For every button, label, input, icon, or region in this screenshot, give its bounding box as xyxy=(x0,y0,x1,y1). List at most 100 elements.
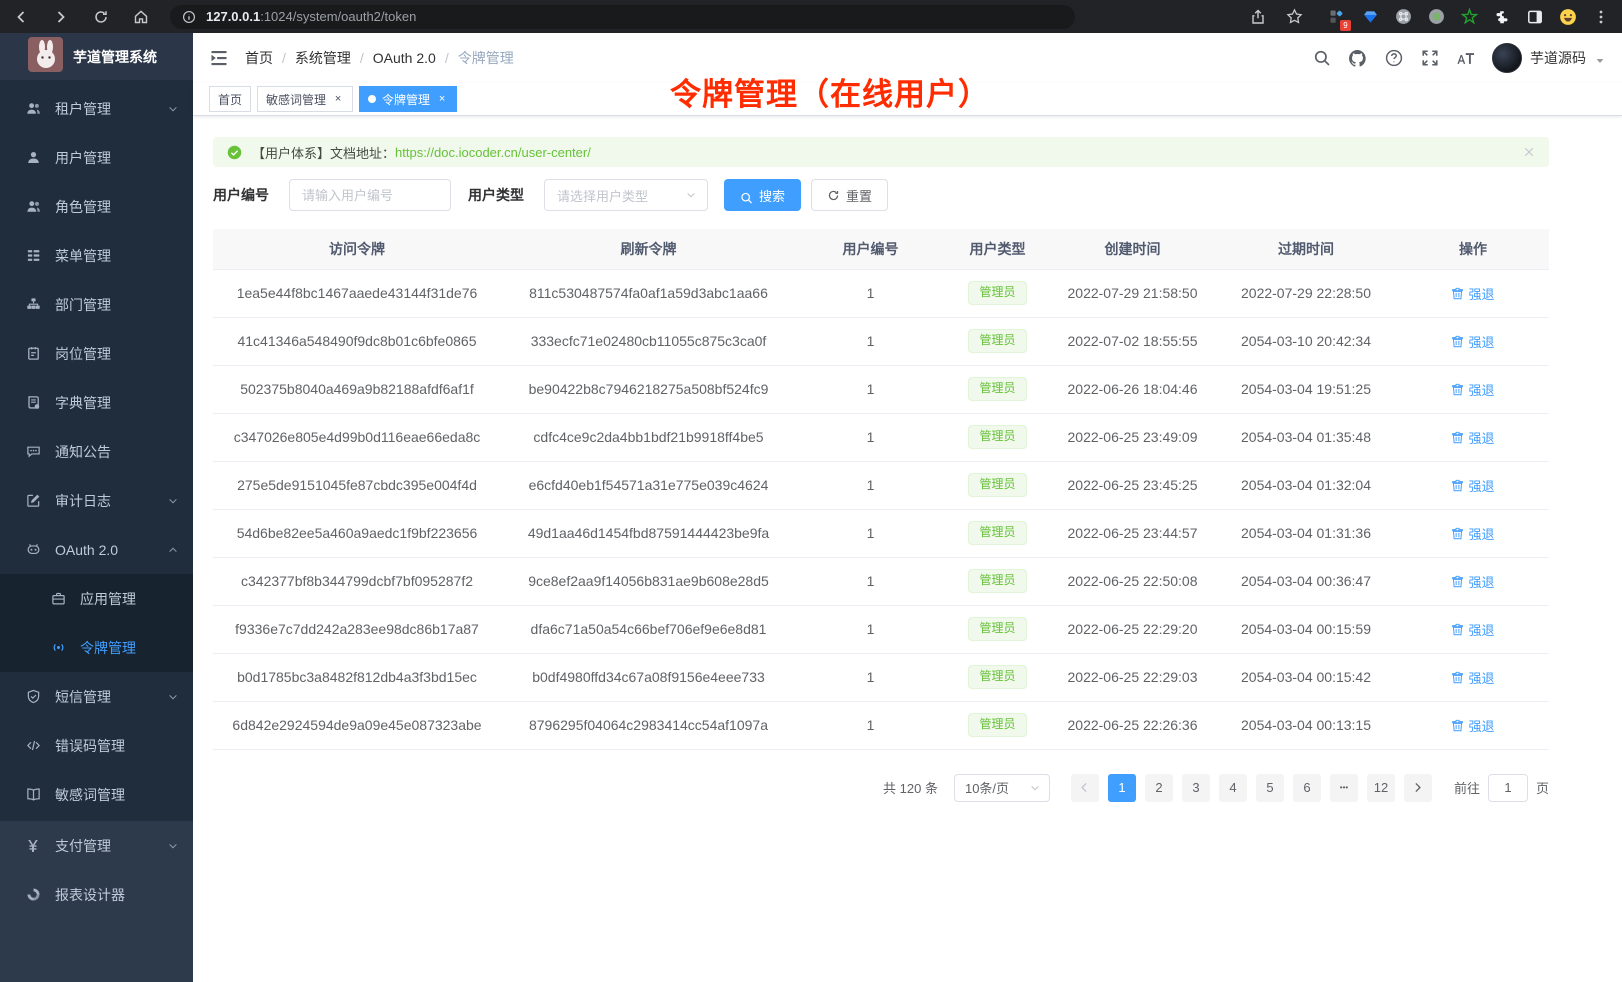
prev-page-button[interactable] xyxy=(1071,774,1099,802)
tag-close-icon[interactable]: × xyxy=(436,93,448,105)
breadcrumb-item[interactable]: OAuth 2.0 xyxy=(373,50,436,66)
tag-view-item[interactable]: 令牌管理× xyxy=(359,86,457,112)
user-type-cell: 管理员 xyxy=(945,557,1050,605)
page-number-button[interactable]: 6 xyxy=(1293,774,1321,802)
sidebar-item[interactable]: 部门管理 xyxy=(0,280,193,329)
puzzle-icon[interactable] xyxy=(1493,8,1511,26)
sidebar-item[interactable]: 敏感词管理 xyxy=(0,770,193,819)
action-cell: 强退 xyxy=(1397,653,1549,701)
search-icon[interactable] xyxy=(1312,49,1331,68)
page-number-button[interactable]: 5 xyxy=(1256,774,1284,802)
info-icon[interactable] xyxy=(182,10,196,24)
sidebar-item[interactable]: 岗位管理 xyxy=(0,329,193,378)
green-star-icon[interactable] xyxy=(1460,8,1478,26)
page-number-button[interactable]: 4 xyxy=(1219,774,1247,802)
breadcrumb-item[interactable]: 首页 xyxy=(245,48,273,68)
record-circle-icon[interactable] xyxy=(1427,8,1445,26)
sidebar-item[interactable]: OAuth 2.0 xyxy=(0,525,193,574)
home-icon[interactable] xyxy=(132,8,150,26)
column-header: 创建时间 xyxy=(1050,229,1215,269)
force-logout-label: 强退 xyxy=(1468,428,1494,447)
forward-icon[interactable] xyxy=(52,8,70,26)
sidebar-item[interactable]: 用户管理 xyxy=(0,133,193,182)
next-page-button[interactable] xyxy=(1404,774,1432,802)
help-icon[interactable] xyxy=(1384,49,1403,68)
reset-button[interactable]: 重置 xyxy=(811,179,888,211)
page-number-button[interactable]: 12 xyxy=(1367,774,1395,802)
sidebar-collapse-icon[interactable] xyxy=(209,48,229,68)
column-header: 刷新令牌 xyxy=(501,229,796,269)
active-tag-dot xyxy=(368,95,376,103)
sidebar-item[interactable]: 令牌管理 xyxy=(0,623,193,672)
back-icon[interactable] xyxy=(12,8,30,26)
user-id-input[interactable] xyxy=(289,179,451,211)
force-logout-button[interactable]: 强退 xyxy=(1451,332,1494,351)
sidebar-menu-root: 支付管理报表设计器 xyxy=(0,821,193,919)
tag-close-icon[interactable]: × xyxy=(332,93,344,105)
reload-icon[interactable] xyxy=(92,8,110,26)
kebab-menu-icon[interactable] xyxy=(1592,8,1610,26)
user-type-badge: 管理员 xyxy=(968,377,1026,401)
command-circle-icon[interactable] xyxy=(1394,8,1412,26)
bookmark-star-icon[interactable] xyxy=(1285,8,1303,26)
page-ellipsis-button[interactable]: ••• xyxy=(1330,774,1358,802)
share-icon[interactable] xyxy=(1249,8,1267,26)
force-logout-button[interactable]: 强退 xyxy=(1451,620,1494,639)
force-logout-button[interactable]: 强退 xyxy=(1451,716,1494,735)
alert-close-icon[interactable] xyxy=(1523,146,1535,158)
breadcrumb-item[interactable]: 系统管理 xyxy=(295,48,351,68)
token-table: 访问令牌刷新令牌用户编号用户类型创建时间过期时间操作 1ea5e44f8bc14… xyxy=(213,229,1549,750)
sidebar-item[interactable]: 角色管理 xyxy=(0,182,193,231)
sidebar-item[interactable]: 报表设计器 xyxy=(0,870,193,919)
side-panel-icon[interactable] xyxy=(1526,8,1544,26)
fullscreen-icon[interactable] xyxy=(1420,49,1439,68)
page-number-button[interactable]: 2 xyxy=(1145,774,1173,802)
tag-view-item[interactable]: 首页 xyxy=(209,86,251,112)
user-type-badge: 管理员 xyxy=(968,281,1026,305)
github-icon[interactable] xyxy=(1348,49,1367,68)
page-number-button[interactable]: 1 xyxy=(1108,774,1136,802)
force-logout-button[interactable]: 强退 xyxy=(1451,380,1494,399)
user-id-cell: 1 xyxy=(796,269,945,317)
gem-icon[interactable] xyxy=(1361,8,1379,26)
page-number-button[interactable]: 3 xyxy=(1182,774,1210,802)
force-logout-button[interactable]: 强退 xyxy=(1451,572,1494,591)
trash-icon xyxy=(1451,575,1464,588)
expire-time-cell: 2054-03-04 01:32:04 xyxy=(1215,461,1397,509)
goto-page-input[interactable] xyxy=(1488,774,1528,802)
user-type-badge: 管理员 xyxy=(968,425,1026,449)
table-row: 1ea5e44f8bc1467aaede43144f31de76811c5304… xyxy=(213,269,1549,317)
force-logout-button[interactable]: 强退 xyxy=(1451,524,1494,543)
refresh-token-cell: 333ecfc71e02480cb11055c875c3ca0f xyxy=(501,317,796,365)
sidebar-item[interactable]: 错误码管理 xyxy=(0,721,193,770)
expire-time-cell: 2054-03-04 00:15:59 xyxy=(1215,605,1397,653)
force-logout-button[interactable]: 强退 xyxy=(1451,284,1494,303)
reset-button-label: 重置 xyxy=(846,186,872,205)
trash-icon xyxy=(1451,287,1464,300)
sidebar-item[interactable]: 字典管理 xyxy=(0,378,193,427)
user-type-select[interactable]: 请选择用户类型 xyxy=(544,179,708,211)
alert-doc-link[interactable]: https://doc.iocoder.cn/user-center/ xyxy=(395,145,591,160)
sidebar-item[interactable]: 租户管理 xyxy=(0,84,193,133)
sidebar-item[interactable]: 菜单管理 xyxy=(0,231,193,280)
logo[interactable]: 芋道管理系统 xyxy=(0,33,193,80)
emoji-icon[interactable] xyxy=(1559,8,1577,26)
sidebar-item[interactable]: 短信管理 xyxy=(0,672,193,721)
table-row: c347026e805e4d99b0d116eae66eda8ccdfc4ce9… xyxy=(213,413,1549,461)
force-logout-button[interactable]: 强退 xyxy=(1451,428,1494,447)
fontsize-icon[interactable] xyxy=(1456,49,1475,68)
sidebar-item[interactable]: 审计日志 xyxy=(0,476,193,525)
sidebar-item[interactable]: 应用管理 xyxy=(0,574,193,623)
tag-view-item[interactable]: 敏感词管理× xyxy=(257,86,353,112)
extensions-grid-icon[interactable]: 9 xyxy=(1328,8,1346,26)
sidebar-item[interactable]: 通知公告 xyxy=(0,427,193,476)
user-menu[interactable]: 芋道源码 xyxy=(1492,43,1606,73)
sidebar-item[interactable]: 支付管理 xyxy=(0,821,193,870)
force-logout-button[interactable]: 强退 xyxy=(1451,476,1494,495)
sensitive-icon xyxy=(25,787,41,803)
force-logout-button[interactable]: 强退 xyxy=(1451,668,1494,687)
url-bar[interactable]: 127.0.0.1:1024/system/oauth2/token xyxy=(170,5,1075,29)
search-button[interactable]: 搜索 xyxy=(724,179,801,211)
action-cell: 强退 xyxy=(1397,413,1549,461)
page-size-select[interactable]: 10条/页 xyxy=(954,774,1050,802)
